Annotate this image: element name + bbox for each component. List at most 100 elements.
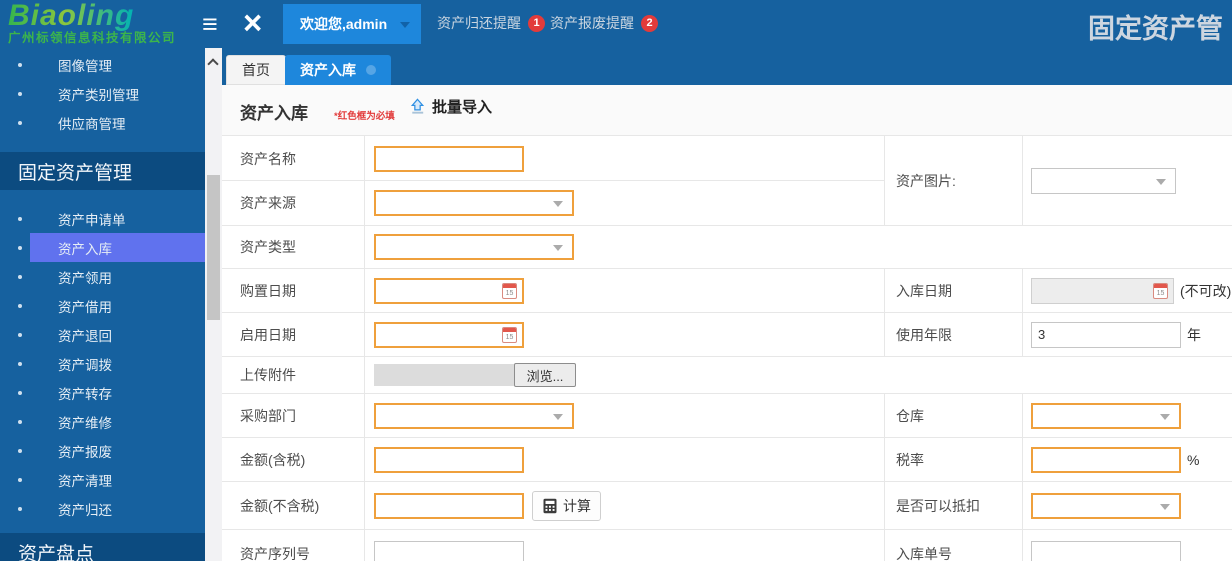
field-cell: 计算 [365, 482, 884, 529]
sidebar-item-asset-transfer[interactable]: 资产调拨 [0, 349, 205, 378]
asset-source-dropdown[interactable] [374, 190, 574, 216]
scrollbar-thumb[interactable] [207, 175, 220, 320]
field-label: 购置日期 [222, 269, 365, 312]
sidebar-item-asset-inbound[interactable]: 资产入库 [0, 233, 205, 262]
sidebar-item-asset-store[interactable]: 资产转存 [0, 378, 205, 407]
scroll-up-icon[interactable] [207, 58, 218, 69]
sidebar-item-asset-issue[interactable]: 资产领用 [0, 262, 205, 291]
field-label: 资产序列号 [222, 530, 365, 561]
serial-number-input[interactable] [374, 541, 524, 561]
sidebar-item-label: 资产归还 [58, 499, 112, 519]
form-row-purchase-date: 购置日期 入库日期 (不可改) [222, 268, 1232, 312]
upload-icon [408, 97, 427, 116]
close-icon[interactable]: × [243, 3, 262, 43]
field-suffix: 年 [1187, 325, 1201, 345]
sidebar-item-asset-repair[interactable]: 资产维修 [0, 407, 205, 436]
field-cell [365, 313, 884, 356]
sidebar-item-label: 资产清理 [58, 470, 112, 490]
welcome-admin-button[interactable]: 欢迎您,admin [283, 4, 421, 44]
field-label: 资产来源 [222, 181, 365, 225]
field-label: 资产名称 [222, 136, 365, 181]
bullet-icon [18, 304, 22, 308]
sidebar-item-asset-borrow[interactable]: 资产借用 [0, 291, 205, 320]
bullet-icon [18, 391, 22, 395]
amount-untaxed-input[interactable] [374, 493, 524, 519]
use-years-input[interactable] [1031, 322, 1181, 348]
sidebar-item-asset-category[interactable]: 资产类别管理 [0, 79, 205, 108]
calendar-icon [1153, 283, 1168, 299]
form-row-amount-taxed: 金额(含税) 税率 % [222, 437, 1232, 481]
warehouse-dropdown[interactable] [1031, 403, 1181, 429]
tab-asset-inbound[interactable]: 资产入库 [285, 55, 391, 85]
sidebar-section-fixed-assets[interactable]: 固定资产管理 [0, 152, 205, 190]
field-label: 使用年限 [884, 313, 1022, 356]
asset-scrap-reminder[interactable]: 资产报废提醒 2 [550, 13, 658, 33]
logo-company-name: 广州标领信息科技有限公司 [8, 31, 203, 45]
field-cell [1022, 482, 1232, 529]
sidebar-item-asset-return[interactable]: 资产退回 [0, 320, 205, 349]
inbound-date-input [1031, 278, 1174, 304]
bullet-icon [18, 362, 22, 366]
bullet-icon [18, 63, 22, 67]
field-label: 入库单号 [884, 530, 1022, 561]
calculate-label: 计算 [563, 496, 591, 516]
tab-label: 资产入库 [300, 60, 356, 80]
form-row-serial-number: 资产序列号 入库单号 [222, 529, 1232, 561]
main-content: 首页 资产入库 资产入库 *红色框为必填 批量导入 资产名称 资产 [222, 48, 1232, 561]
bullet-icon [18, 246, 22, 250]
sidebar-scrollbar[interactable] [205, 48, 222, 561]
batch-import-button[interactable]: 批量导入 [408, 96, 492, 117]
asset-name-input[interactable] [374, 146, 524, 172]
inbound-order-number-input[interactable] [1031, 541, 1181, 561]
field-suffix: (不可改) [1180, 281, 1231, 301]
hamburger-menu-icon[interactable]: ≡ [202, 6, 218, 42]
field-label: 金额(不含税) [222, 482, 365, 529]
field-label: 是否可以抵扣 [884, 482, 1022, 529]
bullet-icon [18, 507, 22, 511]
deductible-dropdown[interactable] [1031, 493, 1181, 519]
chevron-down-icon [400, 22, 410, 28]
purchase-date-input[interactable] [374, 278, 524, 304]
field-cell [365, 226, 884, 268]
amount-taxed-input[interactable] [374, 447, 524, 473]
field-label: 资产类型 [222, 226, 365, 268]
field-label: 上传附件 [222, 357, 365, 393]
sidebar-item-asset-giveback[interactable]: 资产归还 [0, 494, 205, 523]
asset-type-dropdown[interactable] [374, 234, 574, 260]
sidebar-item-image-management[interactable]: 图像管理 [0, 50, 205, 79]
sidebar-item-asset-cleanup[interactable]: 资产清理 [0, 465, 205, 494]
sidebar-item-asset-scrap[interactable]: 资产报废 [0, 436, 205, 465]
sidebar-item-label: 供应商管理 [58, 113, 126, 133]
form-row-asset-source: 资产来源 [222, 181, 1232, 225]
calculate-button[interactable]: 计算 [532, 491, 601, 521]
logo: Biaoling 广州标领信息科技有限公司 [8, 1, 203, 45]
tab-close-icon[interactable] [366, 65, 376, 75]
tab-strip: 首页 资产入库 [222, 48, 1232, 85]
field-cell: 年 [1022, 313, 1232, 356]
purchase-dept-dropdown[interactable] [374, 403, 574, 429]
calendar-icon[interactable] [502, 327, 517, 343]
required-note: *红色框为必填 [334, 108, 395, 122]
bullet-icon [18, 121, 22, 125]
field-label: 金额(含税) [222, 438, 365, 481]
tab-home[interactable]: 首页 [226, 55, 286, 85]
tab-label: 首页 [242, 60, 270, 80]
field-cell [1022, 530, 1232, 561]
sidebar-item-supplier[interactable]: 供应商管理 [0, 108, 205, 137]
bullet-icon [18, 449, 22, 453]
page-title: 资产入库 [240, 99, 308, 124]
reminder-label: 资产报废提醒 [550, 13, 634, 33]
asset-return-reminder[interactable]: 资产归还提醒 1 [437, 13, 545, 33]
app-title: 固定资产管 [1088, 7, 1223, 46]
file-input[interactable] [374, 364, 514, 386]
notification-badge: 1 [528, 15, 545, 32]
logo-text: Biaoling [8, 1, 134, 31]
sidebar-section-asset-inventory[interactable]: 资产盘点 [0, 533, 205, 561]
sidebar-item-asset-request[interactable]: 资产申请单 [0, 204, 205, 233]
field-cell: (不可改) [1022, 269, 1232, 312]
tax-rate-input[interactable] [1031, 447, 1181, 473]
calendar-icon[interactable] [502, 283, 517, 299]
bullet-icon [18, 478, 22, 482]
browse-button[interactable]: 浏览... [514, 363, 576, 387]
start-date-input[interactable] [374, 322, 524, 348]
